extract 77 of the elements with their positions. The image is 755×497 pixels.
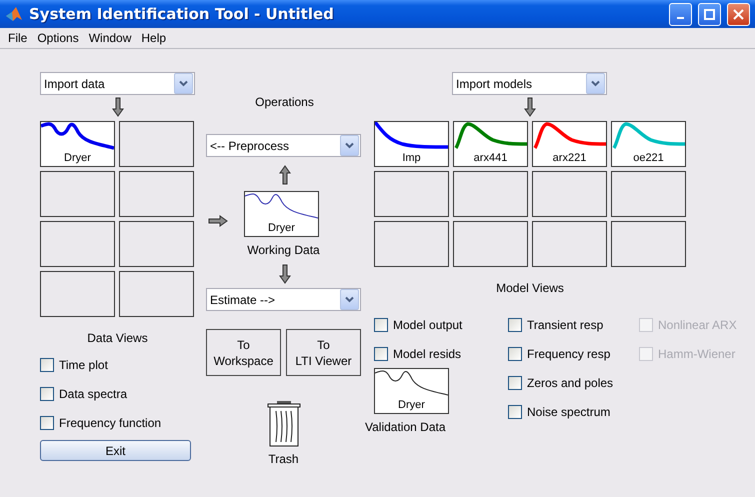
checkbox[interactable] xyxy=(40,386,54,400)
checkbox-label: Nonlinear ARX xyxy=(658,318,737,332)
checkbox-label: Model resids xyxy=(393,346,462,360)
checkbox-label: Model output xyxy=(393,318,462,332)
dropdown[interactable]: <-- Preprocess xyxy=(206,134,361,157)
chevron-down-icon xyxy=(345,142,354,149)
empty-slot[interactable] xyxy=(374,221,449,267)
checkbox[interactable] xyxy=(40,358,54,372)
model-plot-slot[interactable]: arx441 xyxy=(453,121,528,167)
empty-slot[interactable] xyxy=(374,171,449,217)
close-icon xyxy=(733,8,744,20)
export-button[interactable]: To LTI Viewer xyxy=(286,329,361,376)
empty-slot[interactable] xyxy=(40,171,115,217)
empty-slot[interactable] xyxy=(119,271,194,317)
empty-slot[interactable] xyxy=(453,171,528,217)
maximize-button[interactable] xyxy=(698,2,721,26)
checkbox[interactable] xyxy=(508,376,522,390)
model-plot-slot[interactable]: arx221 xyxy=(532,121,607,167)
checkbox[interactable] xyxy=(508,404,522,418)
dropdown[interactable]: Import data xyxy=(40,72,195,95)
empty-slot[interactable] xyxy=(611,171,686,217)
data-plot-slot[interactable]: Dryer xyxy=(40,121,115,167)
checkbox[interactable] xyxy=(508,318,522,332)
model-plot-slot[interactable]: Imp xyxy=(374,121,449,167)
exit-button[interactable]: Exit xyxy=(40,440,191,461)
section-heading: Model Views xyxy=(495,280,565,296)
empty-slot[interactable] xyxy=(119,221,194,267)
checkbox-label: Hamm-Wiener xyxy=(658,346,736,360)
trash-icon[interactable] xyxy=(266,400,300,447)
trash-label: Trash xyxy=(268,451,299,467)
chevron-down-icon xyxy=(345,296,354,303)
checkbox[interactable] xyxy=(374,318,388,332)
empty-slot[interactable] xyxy=(532,171,607,217)
checkbox-label: Frequency resp xyxy=(527,346,610,360)
validation-data-plot[interactable]: Dryer xyxy=(374,368,449,414)
close-button[interactable] xyxy=(727,2,750,26)
checkbox-label: Noise spectrum xyxy=(527,404,610,418)
arrow-down-icon xyxy=(278,264,290,284)
empty-slot[interactable] xyxy=(611,221,686,267)
checkbox-label: Data spectra xyxy=(59,386,128,400)
checkbox[interactable] xyxy=(374,346,388,360)
empty-slot[interactable] xyxy=(40,221,115,267)
working-data-plot[interactable]: Dryer xyxy=(244,191,319,237)
empty-slot[interactable] xyxy=(532,221,607,267)
arrow-down-icon xyxy=(112,97,124,117)
section-heading: Operations xyxy=(254,94,315,110)
caption: Working Data xyxy=(246,242,321,258)
empty-slot[interactable] xyxy=(40,271,115,317)
export-button[interactable]: To Workspace xyxy=(206,329,281,376)
menu-item[interactable]: Options xyxy=(33,31,85,45)
arrow-down-icon xyxy=(524,97,536,117)
dropdown[interactable]: Estimate --> xyxy=(206,288,361,311)
window-title: System Identification Tool - Untitled xyxy=(29,5,335,23)
checkbox-label: Transient resp xyxy=(527,318,604,332)
empty-slot[interactable] xyxy=(453,221,528,267)
checkbox-label: Zeros and poles xyxy=(527,376,614,390)
menu-item[interactable]: File xyxy=(4,31,34,45)
arrow-up-icon xyxy=(278,165,290,185)
minimize-button[interactable] xyxy=(669,2,692,26)
checkbox[interactable] xyxy=(40,416,54,430)
chevron-down-icon xyxy=(179,80,188,87)
minimize-icon xyxy=(677,16,684,18)
model-plot-slot[interactable]: oe221 xyxy=(611,121,686,167)
menu-item[interactable]: Window xyxy=(84,31,138,45)
checkbox-label: Time plot xyxy=(59,358,108,372)
arrow-right-icon xyxy=(208,215,228,227)
section-heading: Data Views xyxy=(86,330,149,346)
empty-slot[interactable] xyxy=(119,121,194,167)
checkbox[interactable] xyxy=(508,346,522,360)
logo-icon xyxy=(5,6,23,22)
dropdown[interactable]: Import models xyxy=(452,72,607,95)
chevron-down-icon xyxy=(591,80,600,87)
empty-slot[interactable] xyxy=(119,171,194,217)
maximize-icon xyxy=(704,8,715,20)
menu-item[interactable]: Help xyxy=(137,31,172,45)
checkbox-label: Frequency function xyxy=(59,416,162,430)
caption: Validation Data xyxy=(365,419,446,435)
